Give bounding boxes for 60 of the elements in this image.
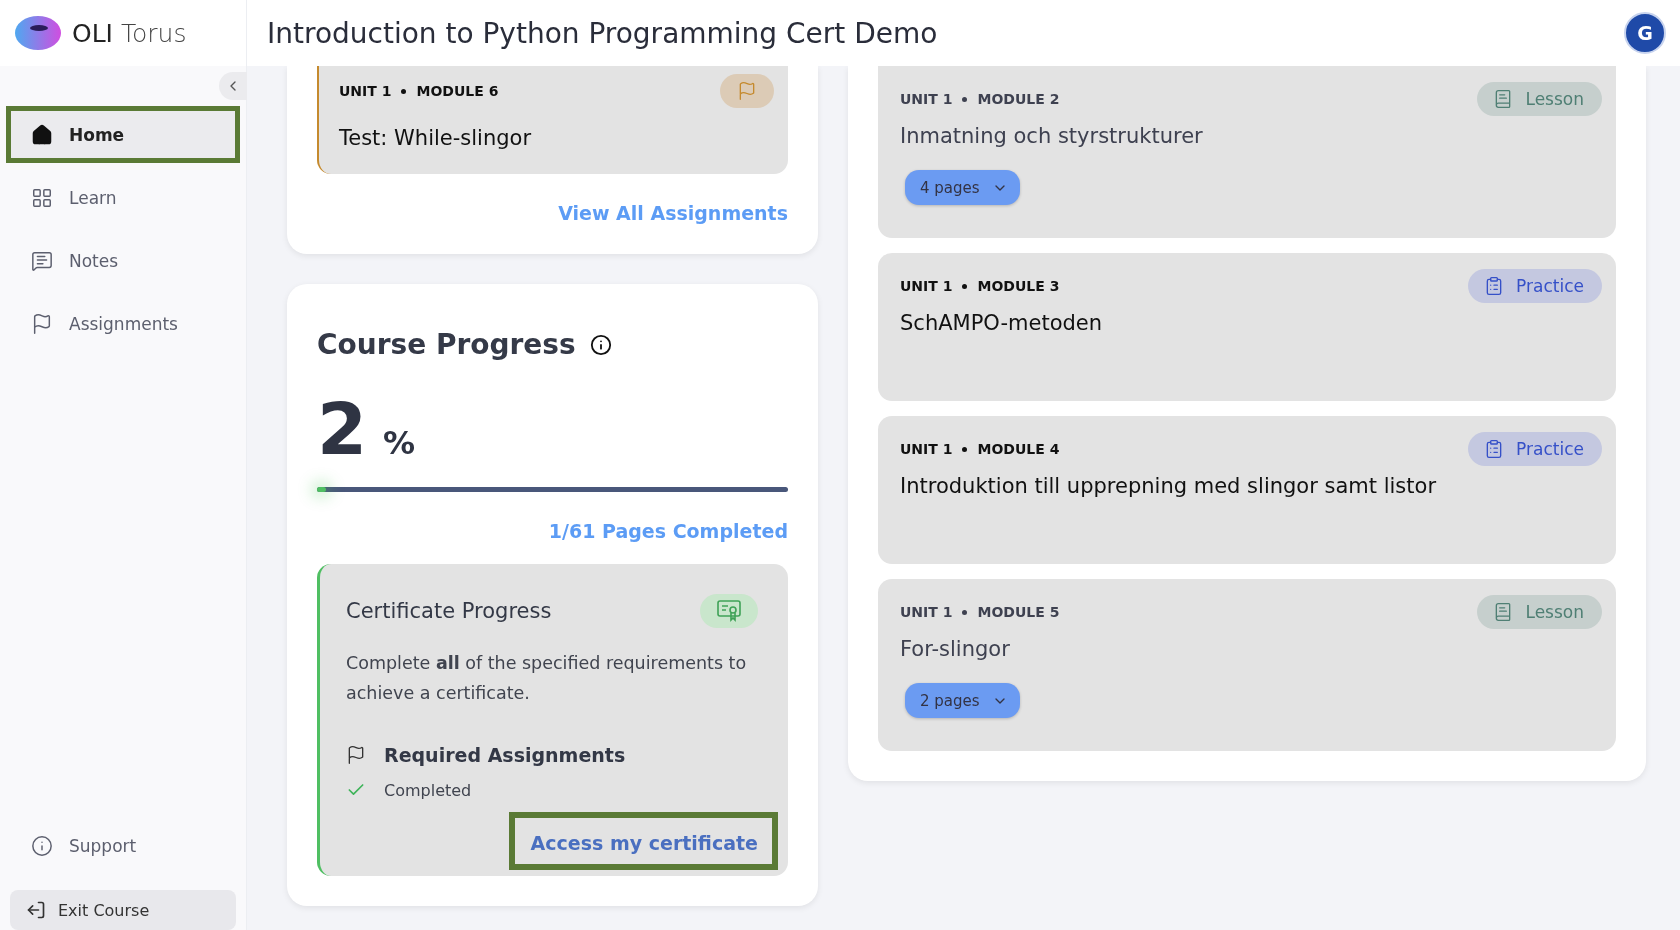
module-type-badge: Lesson	[1477, 595, 1602, 629]
pages-dropdown[interactable]: 4 pages	[905, 170, 1020, 205]
module-title: Introduktion till upprepning med slingor samt listor	[900, 474, 1437, 498]
module-label: MODULE 4	[977, 441, 1060, 457]
unit-label: UNIT 1	[900, 278, 953, 294]
unit-label: UNIT 1	[339, 83, 392, 99]
brand-name: OLI Torus	[72, 18, 187, 48]
exit-icon	[26, 900, 46, 920]
pages-dropdown[interactable]: 2 pages	[905, 683, 1020, 718]
unit-label: UNIT 1	[900, 441, 953, 457]
module-type-badge: Practice	[1468, 432, 1602, 466]
info-icon[interactable]	[589, 333, 612, 356]
certificate-title: Certificate Progress	[346, 599, 552, 623]
exit-course-button[interactable]: Exit Course	[10, 890, 236, 930]
module-title: SchAMPO-metoden	[900, 311, 1104, 335]
module-card[interactable]: UNIT 1 MODULE 3 Practice SchAMPO-metoden	[878, 253, 1616, 401]
requirement-status: Completed	[384, 780, 472, 800]
module-card[interactable]: UNIT 1 MODULE 4 Practice Introduktion till upprepning med slingor samt listor	[878, 416, 1616, 564]
module-type-badge: Lesson	[1477, 82, 1602, 116]
user-avatar[interactable]: G	[1624, 12, 1666, 54]
separator-dot	[962, 283, 968, 289]
chat-icon	[31, 249, 53, 272]
module-card[interactable]: UNIT 1 MODULE 2 Lesson Inmatning och styrstrukturer 4 pages	[878, 66, 1616, 238]
logo-icon	[14, 14, 62, 52]
nav-item[interactable]: Home	[6, 106, 240, 163]
module-label: MODULE 2	[977, 91, 1060, 107]
percent-unit: %	[383, 424, 416, 462]
module-label: MODULE 5	[977, 604, 1060, 620]
separator-dot	[962, 96, 968, 102]
unit-label: UNIT 1	[900, 91, 953, 107]
assignment-title: Test: While-slingor	[339, 126, 533, 150]
info-icon	[31, 834, 53, 857]
module-type-badge: Practice	[1468, 269, 1602, 303]
separator-dot	[962, 446, 968, 452]
module-card[interactable]: UNIT 1 MODULE 5 Lesson For-slingor 2 pages	[878, 579, 1616, 751]
separator-dot	[962, 609, 968, 615]
certificate-icon	[717, 600, 741, 622]
home-icon	[31, 123, 53, 146]
pages-completed: 1/61 Pages Completed	[548, 520, 788, 542]
flag-icon	[346, 745, 366, 765]
nav-item[interactable]: Assignments	[6, 295, 240, 352]
progress-title: Course Progress	[317, 328, 576, 361]
requirement-title: Required Assignments	[384, 744, 626, 766]
flag-icon	[737, 81, 757, 101]
separator-dot	[401, 88, 407, 94]
grid-icon	[31, 186, 53, 209]
certificate-description: Complete all of the specified requirements to achieve a certificate.	[346, 652, 748, 705]
course-title: Introduction to Python Programming Cert Demo	[267, 16, 938, 50]
flag-icon	[31, 312, 53, 335]
module-label: MODULE 6	[416, 83, 499, 99]
module-title: For-slingor	[900, 637, 1011, 661]
nav-item[interactable]: Learn	[6, 169, 240, 226]
module-label: MODULE 3	[977, 278, 1060, 294]
unit-label: UNIT 1	[900, 604, 953, 620]
progress-percent: 2	[317, 387, 368, 471]
support-link[interactable]: Support	[6, 817, 240, 874]
access-certificate-button[interactable]: Access my certificate	[508, 812, 778, 870]
nav-item[interactable]: Notes	[6, 232, 240, 289]
assignment-item[interactable]: UNIT 1 MODULE 6 Test: While-slingor	[317, 66, 788, 174]
module-title: Inmatning och styrstrukturer	[900, 124, 1204, 148]
